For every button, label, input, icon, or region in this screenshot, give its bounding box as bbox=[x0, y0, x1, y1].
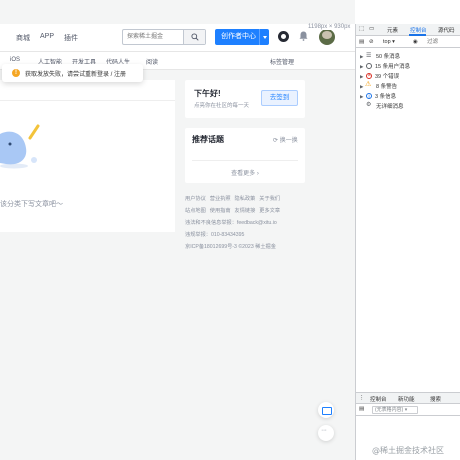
footer-link-friends[interactable]: 友情链接 bbox=[235, 208, 256, 214]
chevron-right-icon: › bbox=[255, 171, 259, 177]
expand-arrow-icon: ▶ bbox=[360, 64, 364, 69]
footer-report-email: 违法和不良信息举报：feedback@xitu.io bbox=[185, 220, 277, 226]
empty-state-text: 该分类下写文章吧～ bbox=[0, 201, 63, 208]
console-item-label: 39 个错误 bbox=[375, 74, 400, 80]
clear-console-icon[interactable]: ⊘ bbox=[369, 39, 374, 45]
vip-icon[interactable] bbox=[278, 31, 289, 42]
console-item-label: 15 条用户消息 bbox=[375, 64, 411, 70]
footer-link-guide[interactable]: 使用指南 bbox=[210, 208, 231, 214]
console-item-label: 8 条警告 bbox=[376, 84, 398, 90]
tag-manage-link[interactable]: 标签管理 bbox=[270, 57, 294, 66]
devtools-panel: ⬚ ▭ 元素 控制台 源代码 ▤ ⊘ top ▾ ◉ ▶50 条消息 ▶ 15 条… bbox=[355, 24, 460, 460]
footer-links-row: 站点地图 使用指南 友情链接 更多文章 bbox=[185, 205, 310, 217]
user-icon bbox=[366, 63, 372, 69]
device-toggle-icon[interactable]: ▭ bbox=[369, 26, 374, 32]
drawer-tab-search[interactable]: 搜索 bbox=[430, 395, 441, 403]
warning-icon: ! bbox=[12, 69, 20, 77]
footer-link-sitemap[interactable]: 站点地图 bbox=[185, 208, 206, 214]
drawer-menu-icon[interactable]: ⋮ bbox=[359, 395, 365, 401]
viewport-size-readout: 1198px × 930px bbox=[306, 24, 353, 30]
footer-icp: 京ICP备18012699号-3 ©2023 稀土掘金 bbox=[185, 244, 276, 250]
bell-icon[interactable] bbox=[299, 31, 308, 41]
more-topics-link[interactable]: 查看更多 › bbox=[185, 168, 305, 177]
nav-item-mall[interactable]: 商城 bbox=[16, 33, 30, 43]
divider bbox=[0, 100, 175, 101]
drawer-tab-console[interactable]: 控制台 bbox=[370, 395, 387, 403]
nav-item-app[interactable]: APP bbox=[40, 33, 54, 40]
subnav-item-reading[interactable]: 阅读 bbox=[146, 57, 158, 66]
watermark-text: @稀土掘金技术社区 bbox=[372, 446, 444, 455]
inspect-element-icon[interactable]: ⬚ bbox=[359, 26, 364, 32]
error-icon bbox=[366, 71, 372, 81]
console-item-label: 50 条消息 bbox=[376, 54, 401, 60]
nav-item-plugins[interactable]: 插件 bbox=[64, 33, 78, 43]
footer-link-license[interactable]: 营业执照 bbox=[210, 196, 231, 202]
checkin-button[interactable]: 去签到 bbox=[261, 90, 298, 106]
context-selector[interactable]: top ▾ bbox=[383, 39, 395, 45]
avatar[interactable] bbox=[319, 29, 335, 45]
eye-icon[interactable]: ◉ bbox=[413, 39, 418, 45]
console-item-label: 3 条信息 bbox=[375, 94, 397, 100]
info-icon bbox=[366, 92, 372, 102]
console-filter-input[interactable] bbox=[427, 38, 460, 46]
footer-link-about[interactable]: 关于我们 bbox=[259, 196, 280, 202]
refresh-icon: ⟳ bbox=[273, 138, 280, 144]
recommended-topics-card: 推荐话题 ⟳ 换一换 查看更多 › bbox=[185, 128, 305, 183]
divider bbox=[192, 160, 298, 161]
console-toolbar: ▤ ⊘ top ▾ ◉ bbox=[356, 36, 460, 48]
footer: 用户协议 营业执照 隐私政策 关于我们 站点地图 使用指南 友情链接 更多文章 违法和不良信… bbox=[185, 193, 310, 253]
browser-page: 商城 APP 插件 创作者中心 1198px × 930px iOS 人工智能 … bbox=[0, 0, 355, 460]
refresh-topics-button[interactable]: ⟳ 换一换 bbox=[273, 135, 298, 144]
console-sidebar-item[interactable]: 无详细消息 bbox=[360, 100, 404, 112]
topics-title: 推荐话题 bbox=[192, 135, 224, 144]
tab-sources[interactable]: 源代码 bbox=[438, 26, 455, 34]
search-button[interactable] bbox=[183, 30, 205, 44]
drawer-toolbar: ▤ (无表格内容) ▾ bbox=[356, 404, 460, 416]
feedback-button[interactable] bbox=[318, 402, 334, 418]
search-icon bbox=[191, 33, 199, 41]
gear-icon bbox=[366, 100, 373, 110]
sidebar-toggle-icon[interactable]: ▤ bbox=[359, 406, 364, 412]
footer-links-row: 用户协议 营业执照 隐私政策 关于我们 bbox=[185, 193, 310, 205]
footer-link-user-agreement[interactable]: 用户协议 bbox=[185, 196, 206, 202]
console-sidebar-item[interactable]: ▶50 条消息 bbox=[360, 51, 401, 62]
creator-center-button[interactable]: 创作者中心 bbox=[215, 29, 269, 45]
context-value: top bbox=[383, 39, 391, 45]
greeting-subtitle: 点亮你在社区的每一天 bbox=[194, 103, 250, 109]
more-options-button[interactable] bbox=[318, 425, 334, 441]
footer-link-privacy[interactable]: 隐私政策 bbox=[235, 196, 256, 202]
subnav-item-ios[interactable]: iOS bbox=[10, 57, 20, 63]
console-item-label: 无详细消息 bbox=[376, 104, 404, 110]
empty-state-illustration bbox=[0, 124, 40, 169]
drawer-context-select[interactable]: (无表格内容) ▾ bbox=[372, 406, 418, 414]
search-input[interactable] bbox=[123, 30, 185, 44]
tab-console[interactable]: 控制台 bbox=[410, 26, 427, 34]
creator-center-label: 创作者中心 bbox=[221, 33, 256, 40]
drawer-tabbar: ⋮ 控制台 新功能 搜索 bbox=[356, 392, 460, 404]
list-icon bbox=[366, 51, 373, 61]
drawer-tab-whats-new[interactable]: 新功能 bbox=[398, 395, 415, 403]
greeting-card: 下午好! 点亮你在社区的每一天 去签到 bbox=[185, 80, 305, 118]
sidebar-toggle-icon[interactable]: ▤ bbox=[359, 39, 364, 45]
drawer-context-value: (无表格内容) bbox=[375, 407, 404, 413]
tab-elements[interactable]: 元素 bbox=[387, 26, 398, 34]
devtools-tabbar: ⬚ ▭ 元素 控制台 源代码 bbox=[356, 24, 460, 36]
error-toast: ! 获取发放失败，请尝试重新登录 / 注册 bbox=[2, 64, 143, 82]
console-sidebar-item[interactable]: ▶8 条警告 bbox=[360, 80, 398, 92]
more-topics-label: 查看更多 bbox=[231, 171, 256, 177]
footer-link-more-articles[interactable]: 更多文章 bbox=[259, 208, 280, 214]
refresh-label: 换一换 bbox=[279, 138, 298, 144]
toast-message: 获取发放失败，请尝试重新登录 / 注册 bbox=[25, 72, 127, 78]
chevron-down-icon[interactable] bbox=[259, 29, 269, 45]
warning-icon bbox=[365, 80, 373, 90]
search-box bbox=[122, 29, 206, 45]
footer-report-phone: 违规举报：010-83434395 bbox=[185, 232, 245, 238]
greeting-title: 下午好! bbox=[194, 89, 221, 98]
